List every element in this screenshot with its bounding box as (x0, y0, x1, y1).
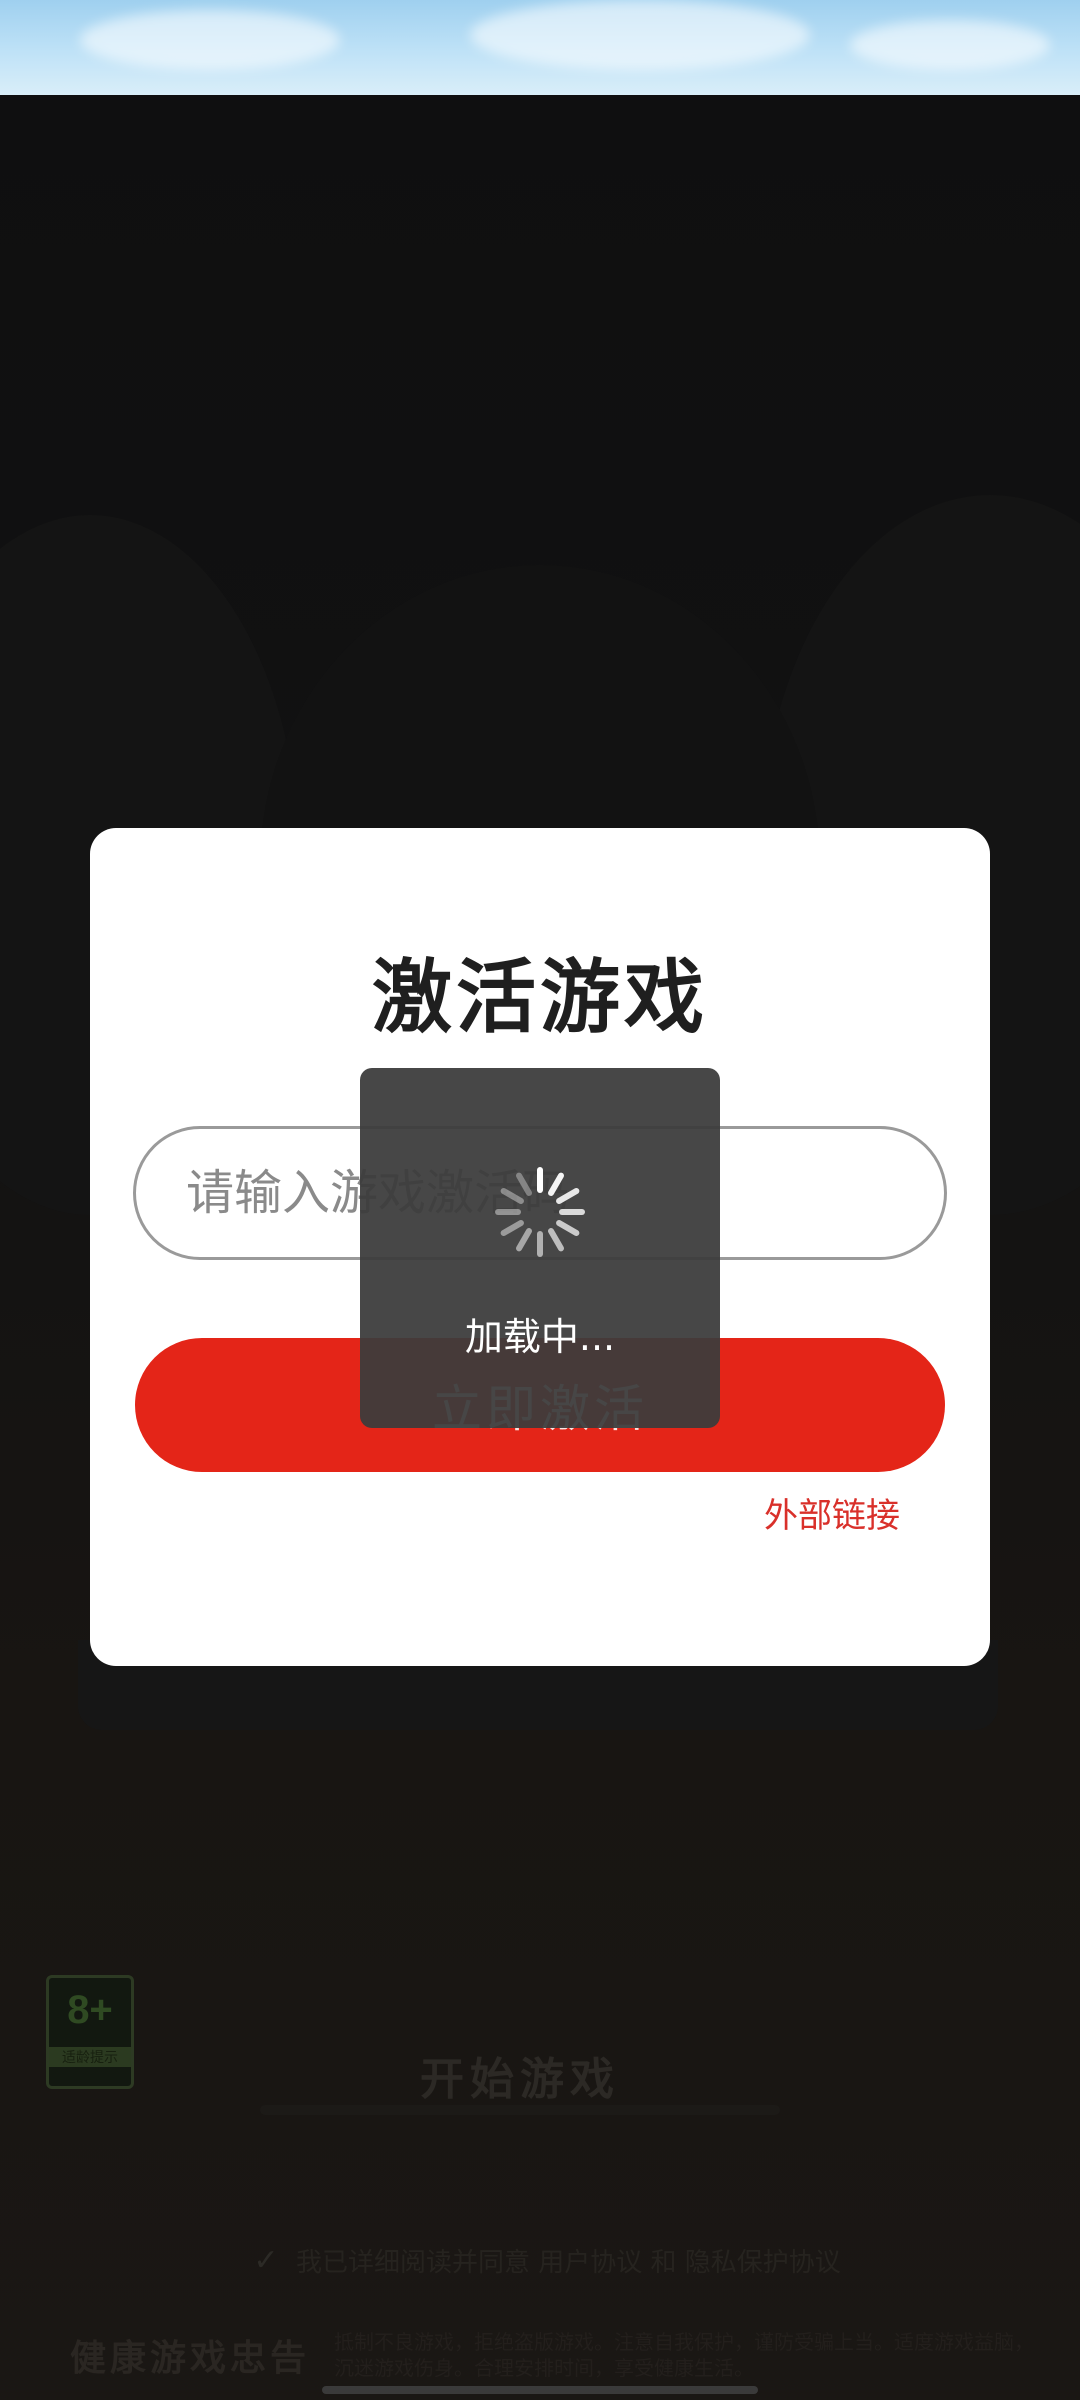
start-game-underline (260, 2105, 780, 2115)
dialog-title: 激活游戏 (372, 951, 708, 1044)
gesture-home-bar[interactable] (322, 2386, 758, 2394)
age-rating-tip: 适龄提示 (49, 2047, 131, 2067)
agreement-text: 我已详细阅读并同意 用户协议 和 隐私保护协议 (296, 2247, 841, 2278)
health-advice-title: 健康游戏忠告 (70, 2338, 311, 2379)
checkbox-check-icon[interactable]: ✓ (250, 2243, 282, 2278)
loading-text: 加载中... (464, 1315, 616, 1359)
external-link[interactable]: 外部链接 (764, 1488, 900, 1537)
start-game-label: 开始游戏 (420, 2054, 620, 2105)
agreement-row[interactable]: ✓ 我已详细阅读并同意 用户协议 和 隐私保护协议 (250, 2240, 890, 2280)
start-game-button[interactable]: 开始游戏 (250, 2025, 790, 2125)
age-rating-badge: 8+ 适龄提示 (46, 1975, 134, 2089)
loading-spinner-icon (495, 1167, 585, 1257)
top-sky-banner (0, 0, 1080, 95)
age-rating-value: 8+ (67, 1988, 113, 2032)
health-advice-text: 抵制不良游戏，拒绝盗版游戏。注意自我保护，谨防受骗上当。适度游戏益脑，沉迷游戏伤… (334, 2330, 1035, 2380)
loading-toast: 加载中... (360, 1068, 720, 1428)
